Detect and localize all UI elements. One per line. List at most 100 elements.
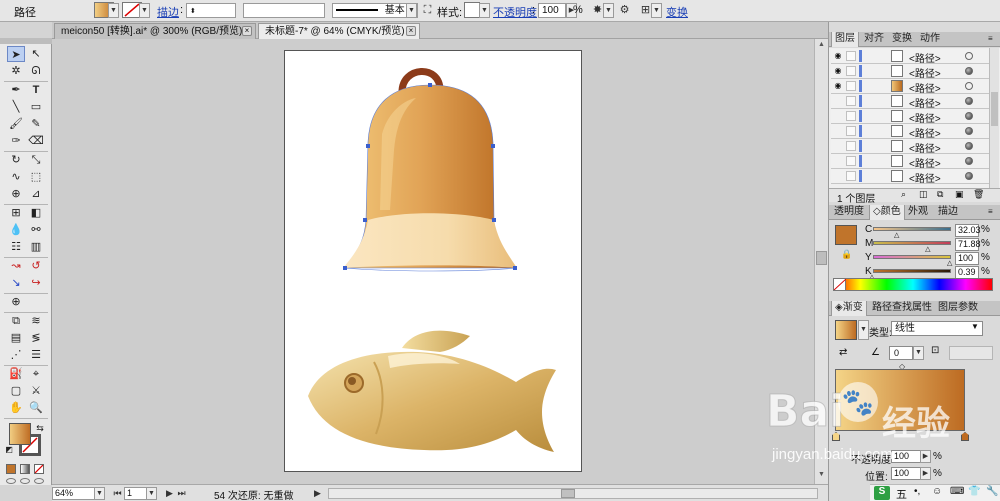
warp-tool-icon[interactable]: ∿ xyxy=(7,169,25,185)
align-dropdown-icon[interactable]: ▼ xyxy=(651,3,662,18)
gradient-preset-dropdown-icon[interactable]: ▼ xyxy=(858,320,869,340)
channel-value-input[interactable]: 71.88 xyxy=(955,238,981,251)
tools-grip[interactable] xyxy=(0,38,52,44)
eyedropper-tool-icon[interactable]: 💧 xyxy=(7,222,25,238)
ime-logo-icon[interactable]: S xyxy=(874,486,890,500)
eye-hidden-icon[interactable] xyxy=(833,111,843,121)
zoom-field[interactable]: 64% xyxy=(52,487,96,500)
locate-object-icon[interactable]: ⌕ xyxy=(901,189,906,200)
doc-tab-meicon50[interactable]: meicon50 [转换].ai* @ 300% (RGB/预览) × xyxy=(54,23,256,39)
layer-row[interactable]: <路径> xyxy=(831,94,989,110)
lock-toggle[interactable] xyxy=(846,171,856,181)
aspect-ratio-input[interactable] xyxy=(949,346,993,360)
lock-toggle[interactable] xyxy=(846,66,856,76)
layer-row[interactable]: <路径> xyxy=(831,154,989,170)
target-circle-icon[interactable] xyxy=(965,97,973,105)
color-mode-icon[interactable] xyxy=(6,464,16,474)
paintbrush-tool-icon[interactable]: 🖌 xyxy=(7,116,25,132)
tab-appearance[interactable]: 外观 xyxy=(905,205,931,220)
style-dropdown-icon[interactable]: ▼ xyxy=(479,3,490,18)
live-paint-selection-icon[interactable]: ⌖ xyxy=(27,366,45,382)
fish-dorsal-fin[interactable] xyxy=(402,330,470,352)
reverse-gradient-icon[interactable]: ⇄ xyxy=(839,347,847,358)
new-sublayer-icon[interactable]: ⧉ xyxy=(937,189,943,200)
fish-body[interactable] xyxy=(308,351,556,452)
target-circle-icon[interactable] xyxy=(965,82,973,90)
eye-hidden-icon[interactable] xyxy=(833,126,843,136)
angle-dropdown-icon[interactable]: ▼ xyxy=(913,346,924,360)
stroke-link[interactable]: 描边 xyxy=(157,4,179,20)
ime-punct-icon[interactable]: •, xyxy=(914,486,920,497)
opacity-input[interactable]: 100 xyxy=(538,3,566,18)
doc-tab-untitled-7[interactable]: 未标题-7* @ 64% (CMYK/预览) × xyxy=(258,23,420,39)
ime-skin-icon[interactable]: 👕 xyxy=(968,486,980,497)
target-circle-icon[interactable] xyxy=(965,67,973,75)
symbol-sprayer-tool-icon[interactable]: ☷ xyxy=(7,239,25,255)
eye-hidden-icon[interactable] xyxy=(833,96,843,106)
lock-toggle[interactable] xyxy=(846,156,856,166)
bell-rim[interactable] xyxy=(343,213,517,268)
channel-value-input[interactable]: 100 xyxy=(955,252,979,265)
tab-stroke[interactable]: 描边 xyxy=(935,205,961,220)
slider-knob-icon[interactable]: △ xyxy=(947,259,952,267)
fill-dropdown-icon[interactable]: ▼ xyxy=(108,3,119,18)
channel-slider[interactable] xyxy=(873,269,951,273)
layer-row[interactable]: <路径> xyxy=(831,169,989,185)
join-tool-icon[interactable]: ↘ xyxy=(7,275,25,291)
lock-toggle[interactable] xyxy=(846,81,856,91)
transform-link[interactable]: 变换 xyxy=(666,4,688,20)
scatter-tool-icon[interactable]: ⋰ xyxy=(7,347,25,363)
knife-tool-icon[interactable]: ⚔ xyxy=(27,383,45,399)
slider-knob-icon[interactable]: △ xyxy=(925,245,930,253)
location-input[interactable]: 100 xyxy=(891,467,921,480)
tab-layers[interactable]: 图层 xyxy=(831,32,859,47)
eye-icon[interactable]: ◉ xyxy=(833,81,843,91)
column-graph-tool-icon[interactable]: ▥ xyxy=(27,239,45,255)
scroll-thumb[interactable] xyxy=(816,251,827,265)
gear-icon[interactable]: ⚙ xyxy=(617,3,632,18)
stroke-weight-field[interactable]: ⬍ xyxy=(186,3,236,18)
rotate-tool-icon[interactable]: ↻ xyxy=(7,152,25,168)
color-spectrum[interactable] xyxy=(833,278,993,291)
live-paint-tool-icon[interactable]: ⛽ xyxy=(7,366,25,382)
lock-toggle[interactable] xyxy=(846,141,856,151)
tab-transform[interactable]: 变换 xyxy=(889,32,915,47)
opacity-link[interactable]: 不透明度 xyxy=(493,4,537,20)
target-circle-icon[interactable] xyxy=(965,52,973,60)
style-swatch[interactable] xyxy=(464,2,480,18)
layer-row[interactable]: ◉ <路径> xyxy=(831,49,989,65)
location-dropdown-icon[interactable]: ▶ xyxy=(920,467,931,480)
target-circle-icon[interactable] xyxy=(965,142,973,150)
distort-tool-icon[interactable]: ≶ xyxy=(27,330,45,346)
envelope-tool-icon[interactable]: ≋ xyxy=(27,313,45,329)
eye-hidden-icon[interactable] xyxy=(833,171,843,181)
current-color-swatch[interactable] xyxy=(835,225,857,245)
lasso-tool-icon[interactable]: ᘏ xyxy=(27,63,45,79)
gradient-mode-icon[interactable] xyxy=(20,464,30,474)
zoom-dropdown-icon[interactable]: ▼ xyxy=(94,487,105,500)
layer-row[interactable]: <路径> xyxy=(831,109,989,125)
scale-tool-icon[interactable]: ⤡ xyxy=(27,152,45,168)
layer-row[interactable]: <路径> xyxy=(831,139,989,155)
mesh-tool-icon[interactable]: ⊞ xyxy=(7,205,25,221)
eye-hidden-icon[interactable] xyxy=(833,156,843,166)
blend-tool-icon[interactable]: ⚯ xyxy=(27,222,45,238)
line-tool-icon[interactable]: ╲ xyxy=(7,99,25,115)
artwork[interactable] xyxy=(284,50,582,472)
tab-attributes[interactable]: 属性 xyxy=(909,301,935,316)
angle-input[interactable]: 0 xyxy=(889,346,913,360)
pencil-tool-icon[interactable]: ✎ xyxy=(27,116,45,132)
profile-dropdown-icon[interactable]: ▼ xyxy=(406,3,417,18)
channel-value-input[interactable]: 32.03 xyxy=(955,224,981,237)
fill-color-box[interactable] xyxy=(9,423,31,445)
gradient-stop-end[interactable] xyxy=(961,432,969,441)
type-tool-icon[interactable]: T xyxy=(27,82,45,98)
slider-knob-icon[interactable]: △ xyxy=(894,231,899,239)
magic-wand-tool-icon[interactable]: ✲ xyxy=(7,63,25,79)
ime-mode-label[interactable]: 五 xyxy=(896,486,907,501)
tab-align[interactable]: 对齐 xyxy=(861,32,887,47)
tab-color[interactable]: ◇颜色 xyxy=(869,205,905,220)
perspective-grid-tool-icon[interactable]: ⊿ xyxy=(27,186,45,202)
rectangle-tool-icon[interactable]: ▭ xyxy=(27,99,45,115)
selection-tool-icon[interactable]: ➤ xyxy=(7,46,25,62)
